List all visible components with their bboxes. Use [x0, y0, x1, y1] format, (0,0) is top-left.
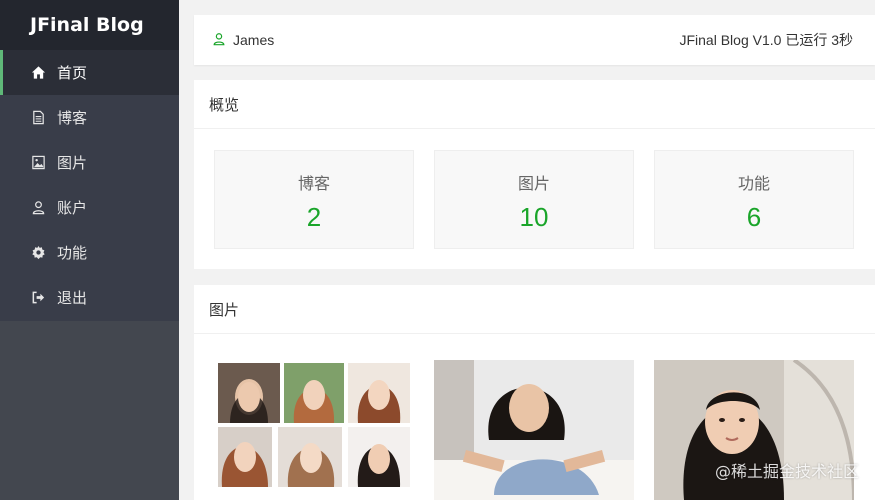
sidebar-item-home[interactable]: 首页 — [0, 50, 179, 95]
user-icon — [212, 32, 226, 49]
sidebar-nav: 首页 博客 图片 账户 功能 退出 — [0, 50, 179, 321]
sidebar-item-label: 首页 — [57, 64, 88, 82]
document-icon — [30, 110, 46, 126]
sidebar-item-label: 账户 — [57, 199, 88, 217]
image-icon — [30, 155, 46, 171]
home-icon — [30, 65, 46, 81]
overview-card: 概览 博客 2 图片 10 功能 6 — [194, 80, 875, 269]
top-header: James JFinal Blog V1.0 已运行 3秒 — [194, 15, 875, 65]
pictures-title: 图片 — [194, 285, 875, 334]
brand-logo[interactable]: JFinal Blog — [0, 0, 179, 50]
stat-label: 功能 — [737, 174, 770, 193]
overview-title: 概览 — [194, 80, 875, 129]
app-status: JFinal Blog V1.0 已运行 3秒 — [679, 32, 853, 48]
sidebar-item-features[interactable]: 功能 — [0, 230, 179, 275]
gear-icon — [30, 245, 46, 261]
stat-value: 10 — [519, 202, 549, 232]
sidebar-item-label: 功能 — [57, 244, 88, 262]
stat-card-blogs[interactable]: 博客 2 — [214, 150, 414, 249]
user-info[interactable]: James — [212, 32, 274, 49]
sidebar-empty-area — [0, 321, 179, 500]
stat-value: 6 — [746, 202, 762, 232]
sidebar-item-images[interactable]: 图片 — [0, 140, 179, 185]
sidebar: JFinal Blog 首页 博客 图片 账户 功能 退出 — [0, 0, 179, 500]
stat-value: 2 — [306, 202, 322, 232]
pictures-card: 图片 @稀土掘金技术社区 — [194, 285, 875, 500]
watermark-text: @稀土掘金技术社区 — [714, 462, 859, 481]
sidebar-item-label: 退出 — [57, 289, 88, 307]
photo-portrait-2[interactable] — [434, 360, 634, 500]
sidebar-item-account[interactable]: 账户 — [0, 185, 179, 230]
sidebar-item-logout[interactable]: 退出 — [0, 275, 179, 320]
user-icon — [30, 200, 46, 216]
sidebar-item-blog[interactable]: 博客 — [0, 95, 179, 140]
stat-label: 博客 — [297, 174, 330, 193]
logout-icon — [30, 290, 46, 306]
user-name: James — [233, 32, 275, 48]
stat-label: 图片 — [517, 174, 550, 193]
sidebar-item-label: 博客 — [57, 109, 88, 127]
photo-collage[interactable] — [218, 363, 410, 487]
sidebar-item-label: 图片 — [57, 154, 88, 172]
stat-card-images[interactable]: 图片 10 — [434, 150, 634, 249]
stat-card-features[interactable]: 功能 6 — [654, 150, 854, 249]
